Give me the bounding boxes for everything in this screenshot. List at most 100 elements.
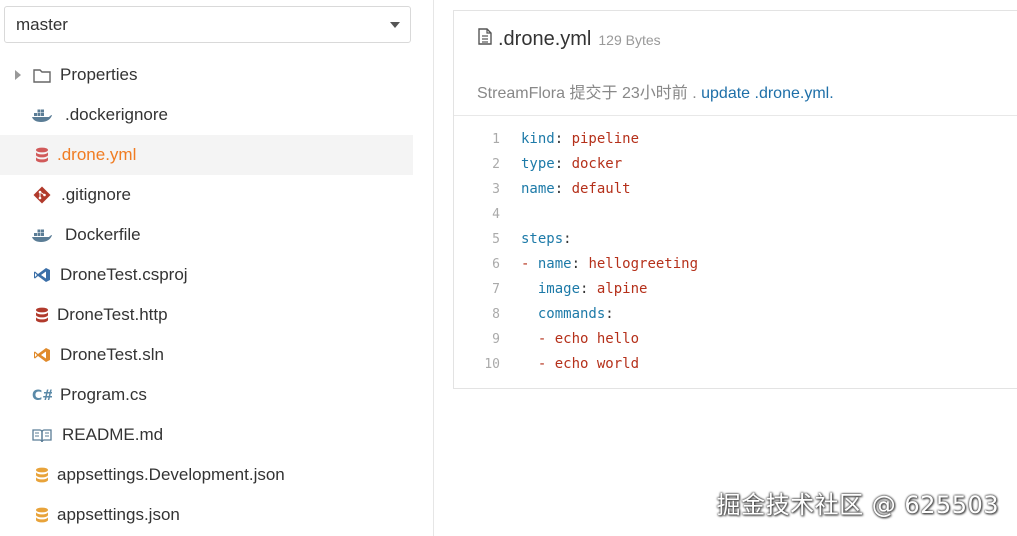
code-text: image: alpine — [537, 281, 648, 297]
tree-item-label: .dockerignore — [65, 105, 169, 124]
database-icon — [31, 145, 53, 165]
tree-item-label: Properties — [60, 65, 138, 84]
commit-author[interactable]: StreamFlora — [477, 85, 565, 102]
yaml-key: steps — [521, 231, 564, 247]
yaml-key: kind — [521, 131, 555, 147]
file-name: .drone.yml — [498, 28, 592, 50]
line-number: 3 — [492, 182, 500, 197]
docker-icon — [31, 225, 53, 245]
tree-folder[interactable]: Properties — [0, 55, 413, 95]
tree-file[interactable]: DroneTest.http — [0, 295, 413, 335]
yaml-value: alpine — [596, 281, 648, 297]
tree-file[interactable]: .dockerignore — [0, 95, 413, 135]
tree-item-label: Program.cs — [60, 385, 147, 404]
commit-time: 23小时前 — [621, 85, 688, 102]
code-text: commands: — [537, 306, 623, 322]
tree-file[interactable]: README.md — [0, 415, 413, 455]
code-line: 7 image: alpine — [454, 277, 1017, 302]
folder-icon — [31, 65, 53, 85]
tree-item-label: DroneTest.csproj — [60, 265, 188, 284]
code-line: 6 - name: hellogreeting — [454, 252, 1017, 277]
line-number: 6 — [492, 257, 500, 272]
database-icon — [31, 305, 53, 325]
tree-item-label: .gitignore — [61, 185, 131, 204]
yaml-key: image — [537, 281, 581, 297]
tree-file[interactable]: .drone.yml — [0, 135, 413, 175]
yaml-value: default — [571, 181, 631, 197]
tree-item-label: Dockerfile — [65, 225, 141, 244]
code-line: 4 — [454, 202, 1017, 227]
tree-file[interactable]: .gitignore — [0, 175, 413, 215]
tree-file[interactable]: appsettings.Development.json — [0, 455, 413, 495]
file-header: .drone.yml 129 Bytes StreamFlora 提交于 23小… — [454, 11, 1017, 116]
git-icon — [31, 185, 53, 205]
yaml-value: echo world — [554, 356, 640, 372]
code-view: 1 kind: pipeline 2 type: docker 3 name: defau… — [454, 127, 1017, 377]
tree-file[interactable]: Dockerfile — [0, 215, 413, 255]
file-sidebar: master Properties .dockerignore .drone.yml… — [0, 0, 434, 536]
code-line: 9 - echo hello — [454, 327, 1017, 352]
code-text: type: docker — [521, 156, 623, 172]
file-tree: Properties .dockerignore .drone.yml .gitign… — [0, 55, 413, 535]
branch-select[interactable]: master — [4, 6, 411, 43]
chevron-right-icon[interactable] — [15, 70, 21, 80]
code-line: 5 steps: — [454, 227, 1017, 252]
visualstudio-icon — [31, 345, 53, 365]
tree-file[interactable]: DroneTest.csproj — [0, 255, 413, 295]
tree-item-label: appsettings.Development.json — [57, 465, 285, 484]
tree-item-label: DroneTest.http — [57, 305, 168, 324]
file-title: .drone.yml 129 Bytes — [478, 28, 661, 51]
yaml-key: type — [521, 156, 555, 172]
commit-text: 提交于 — [569, 85, 618, 102]
database-icon — [31, 465, 53, 485]
code-line: 3 name: default — [454, 177, 1017, 202]
csharp-icon: C# — [31, 385, 53, 405]
code-line: 2 type: docker — [454, 152, 1017, 177]
visualstudio-icon — [31, 265, 53, 285]
tree-item-label: .drone.yml — [57, 145, 137, 164]
tree-file[interactable]: C# Program.cs — [0, 375, 413, 415]
code-text: - echo world — [537, 356, 640, 372]
code-line: 10 - echo world — [454, 352, 1017, 377]
code-text: kind: pipeline — [521, 131, 640, 147]
code-text: steps: — [521, 231, 581, 247]
watermark: 掘金技术社区 @ 625503 — [716, 491, 999, 519]
line-number: 9 — [492, 332, 500, 347]
yaml-value: echo hello — [554, 331, 640, 347]
yaml-key: commands — [537, 306, 606, 322]
code-text: name: default — [521, 181, 631, 197]
commit-info: StreamFlora 提交于 23小时前 . update .drone.ym… — [477, 79, 834, 103]
line-number: 5 — [492, 232, 500, 247]
tree-file[interactable]: appsettings.json — [0, 495, 413, 535]
code-text: - echo hello — [537, 331, 640, 347]
line-number: 10 — [484, 357, 500, 372]
svg-text:C#: C# — [32, 388, 52, 403]
tree-file[interactable]: DroneTest.sln — [0, 335, 413, 375]
file-viewer: .drone.yml 129 Bytes StreamFlora 提交于 23小… — [453, 10, 1017, 389]
tree-item-label: appsettings.json — [57, 505, 180, 524]
file-size: 129 Bytes — [598, 32, 661, 48]
line-number: 2 — [492, 157, 500, 172]
yaml-key: name — [521, 181, 555, 197]
line-number: 4 — [492, 207, 500, 222]
chevron-down-icon — [390, 22, 400, 28]
yaml-key: name — [537, 256, 572, 272]
file-text-icon — [478, 28, 492, 50]
line-number: 1 — [492, 132, 500, 147]
line-number: 8 — [492, 307, 500, 322]
commit-message-link[interactable]: update .drone.yml. — [701, 85, 834, 102]
book-icon — [31, 425, 53, 445]
line-number: 7 — [492, 282, 500, 297]
database-icon — [31, 505, 53, 525]
yaml-value: docker — [571, 156, 623, 172]
code-line: 8 commands: — [454, 302, 1017, 327]
tree-item-label: DroneTest.sln — [60, 345, 164, 364]
docker-icon — [31, 105, 53, 125]
branch-select-value: master — [16, 14, 68, 34]
code-text: - name: hellogreeting — [521, 256, 699, 272]
yaml-value: pipeline — [571, 131, 640, 147]
yaml-value: hellogreeting — [588, 256, 699, 272]
code-line: 1 kind: pipeline — [454, 127, 1017, 152]
tree-item-label: README.md — [62, 425, 164, 444]
commit-separator: . — [692, 85, 697, 102]
